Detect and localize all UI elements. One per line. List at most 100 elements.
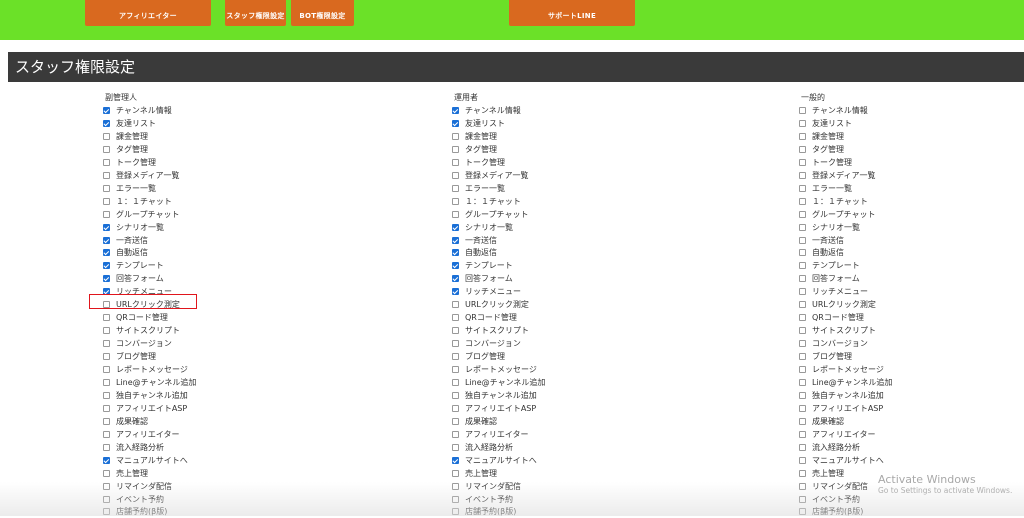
permission-row[interactable]: 登録メディア一覧 (452, 169, 528, 182)
permission-row[interactable]: タグ管理 (452, 143, 497, 156)
permission-checkbox[interactable] (452, 366, 459, 373)
permission-checkbox[interactable] (799, 404, 806, 412)
affiliator-button[interactable]: アフィリエイター (85, 0, 211, 26)
permission-checkbox[interactable] (799, 236, 806, 244)
permission-row[interactable]: エラー一覧 (799, 182, 852, 195)
permission-row[interactable]: タグ管理 (103, 143, 148, 156)
permission-row[interactable]: トーク管理 (452, 156, 505, 169)
permission-checkbox[interactable] (452, 262, 459, 270)
permission-checkbox[interactable] (799, 171, 806, 179)
permission-checkbox[interactable] (103, 417, 110, 425)
permission-row[interactable]: チャンネル情報 (103, 104, 172, 117)
permission-checkbox[interactable] (799, 366, 806, 373)
permission-row[interactable]: サイトスクリプト (103, 324, 180, 337)
permission-checkbox[interactable] (799, 145, 806, 153)
permission-row[interactable]: ブログ管理 (799, 350, 852, 363)
permission-row[interactable]: 友達リスト (103, 117, 156, 130)
permission-checkbox[interactable] (799, 508, 806, 516)
permission-row[interactable]: 店舗予約(β版) (103, 505, 167, 518)
permission-checkbox[interactable] (799, 443, 806, 451)
permission-row[interactable]: Line@チャンネル追加 (452, 376, 545, 389)
permission-row[interactable]: トーク管理 (799, 156, 852, 169)
permission-row[interactable]: サイトスクリプト (799, 324, 876, 337)
permission-row[interactable]: Line@チャンネル追加 (103, 376, 196, 389)
permission-checkbox[interactable] (452, 378, 459, 386)
permission-row[interactable]: 成果確認 (799, 415, 844, 428)
permission-checkbox[interactable] (799, 430, 806, 438)
permission-row[interactable]: 流入経路分析 (799, 441, 860, 454)
permission-checkbox[interactable] (799, 158, 806, 166)
permission-checkbox[interactable] (103, 314, 110, 322)
permission-row[interactable]: QRコード管理 (799, 311, 864, 324)
permission-checkbox[interactable] (799, 495, 806, 503)
permission-checkbox[interactable] (452, 275, 459, 283)
permission-row[interactable]: 回答フォーム (103, 272, 164, 285)
permission-row[interactable]: チャンネル情報 (452, 104, 521, 117)
permission-checkbox[interactable] (452, 456, 459, 464)
permission-checkbox[interactable] (799, 314, 806, 322)
permission-row[interactable]: 登録メディア一覧 (799, 169, 875, 182)
permission-checkbox[interactable] (103, 495, 110, 503)
permission-row[interactable]: グループチャット (103, 208, 179, 221)
permission-checkbox[interactable] (452, 249, 459, 257)
permission-checkbox[interactable] (799, 391, 806, 399)
permission-row[interactable]: Line@チャンネル追加 (799, 376, 892, 389)
permission-row[interactable]: 独自チャンネル追加 (103, 389, 188, 402)
permission-checkbox[interactable] (452, 391, 459, 399)
permission-checkbox[interactable] (799, 275, 806, 283)
permission-row[interactable]: エラー一覧 (103, 182, 156, 195)
permission-checkbox[interactable] (799, 223, 806, 231)
permission-row[interactable]: １：１チャット (103, 195, 172, 208)
permission-checkbox[interactable] (452, 223, 459, 231)
permission-row[interactable]: チャンネル情報 (799, 104, 868, 117)
permission-checkbox[interactable] (452, 482, 459, 490)
permission-checkbox[interactable] (799, 327, 806, 335)
permission-checkbox[interactable] (103, 132, 110, 140)
permission-row[interactable]: 売上管理 (452, 467, 497, 480)
permission-row[interactable]: テンプレート (452, 259, 513, 272)
permission-row[interactable]: URLクリック測定 (799, 298, 876, 311)
permission-checkbox[interactable] (799, 340, 806, 348)
permission-checkbox[interactable] (103, 327, 110, 335)
permission-row[interactable]: 独自チャンネル追加 (799, 389, 884, 402)
permission-row[interactable]: リマインダ配信 (799, 480, 868, 493)
permission-checkbox[interactable] (103, 378, 110, 386)
permission-row[interactable]: アフィリエイター (452, 428, 529, 441)
permission-checkbox[interactable] (799, 482, 806, 490)
permission-checkbox[interactable] (452, 430, 459, 438)
permission-checkbox[interactable] (452, 158, 459, 166)
permission-row[interactable]: コンバージョン (452, 337, 521, 350)
permission-checkbox[interactable] (103, 119, 110, 127)
permission-checkbox[interactable] (103, 145, 110, 153)
permission-checkbox[interactable] (452, 119, 459, 127)
permission-row[interactable]: 成果確認 (452, 415, 497, 428)
permission-checkbox[interactable] (103, 353, 110, 361)
permission-checkbox[interactable] (452, 417, 459, 425)
permission-row[interactable]: 課金管理 (799, 130, 844, 143)
permission-checkbox[interactable] (452, 443, 459, 451)
permission-row[interactable]: 店舗予約(β版) (452, 505, 516, 518)
permission-row[interactable]: 一斉送信 (452, 234, 497, 247)
permission-checkbox[interactable] (452, 288, 459, 296)
permission-row[interactable]: 回答フォーム (452, 272, 513, 285)
permission-row[interactable]: シナリオ一覧 (103, 221, 164, 234)
permission-checkbox[interactable] (799, 249, 806, 257)
permission-row[interactable]: マニュアルサイトへ (452, 454, 537, 467)
permission-row[interactable]: アフィリエイター (103, 428, 180, 441)
permission-checkbox[interactable] (799, 301, 806, 309)
permission-checkbox[interactable] (103, 469, 110, 477)
permission-row[interactable]: アフィリエイトASP (452, 402, 536, 415)
permission-row[interactable]: 一斉送信 (103, 234, 148, 247)
permission-checkbox[interactable] (103, 236, 110, 244)
permission-row[interactable]: ブログ管理 (103, 350, 156, 363)
permission-row[interactable]: １：１チャット (799, 195, 868, 208)
permission-row[interactable]: リッチメニュー (799, 285, 868, 298)
permission-row[interactable]: アフィリエイター (799, 428, 876, 441)
permission-row[interactable]: 売上管理 (103, 467, 148, 480)
permission-checkbox[interactable] (103, 404, 110, 412)
permission-row[interactable]: レポートメッセージ (103, 363, 188, 376)
permission-checkbox[interactable] (103, 456, 110, 464)
permission-checkbox[interactable] (452, 340, 459, 348)
permission-checkbox[interactable] (452, 236, 459, 244)
permission-checkbox[interactable] (799, 378, 806, 386)
